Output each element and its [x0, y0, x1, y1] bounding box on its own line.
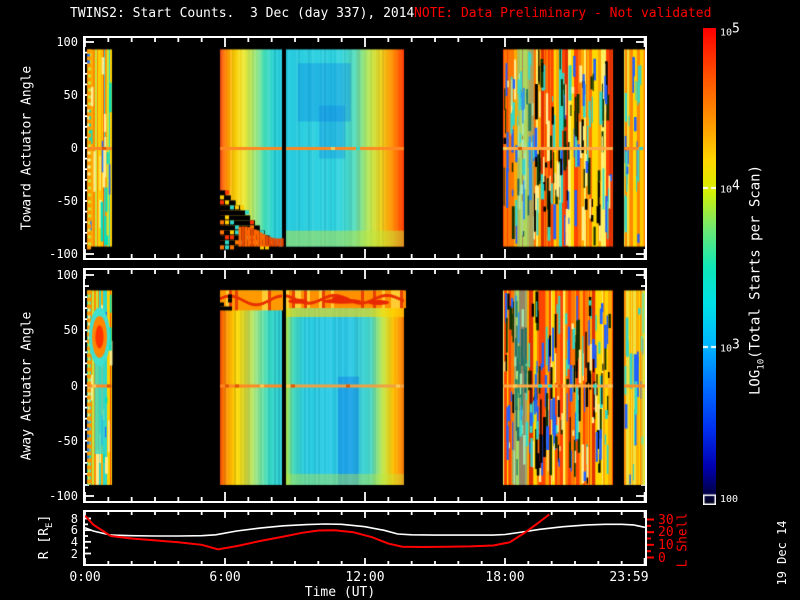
orbit-lines: [85, 512, 645, 564]
creation-date-stamp: 19 Dec 14: [775, 520, 789, 586]
twins2-start-counts-plot: TWINS2: Start Counts. 3 Dec (day 337), 2…: [0, 0, 800, 600]
away-spectrogram-panel: [83, 268, 647, 503]
y-tick-label-toward: 100: [56, 35, 78, 49]
colorbar-label: LOG10(Total Starts per Scan): [747, 164, 767, 396]
colorbar-tick-label: 105: [720, 21, 740, 39]
x-tick-label: 23:59: [609, 570, 649, 585]
colorbar-tick-label: 100: [720, 493, 739, 505]
y-tick-label-away: -50: [56, 433, 78, 448]
r-tick-label: 4: [70, 534, 78, 549]
colorbar-tick-label: 103: [720, 337, 740, 355]
l-shell-line: [85, 513, 550, 551]
orbit-line-panel: [83, 510, 647, 566]
lshell-axis-label: L Shell: [675, 512, 691, 568]
x-tick-label: 6:00: [209, 570, 241, 585]
colorbar: [703, 28, 716, 505]
r-tick-label: 2: [70, 546, 78, 561]
r-tick-label: 8: [70, 511, 78, 526]
x-tick-label: 12:00: [345, 570, 385, 585]
y-tick-label-toward: -50: [56, 194, 78, 208]
y-tick-label-away: 100: [56, 268, 78, 282]
colorbar-tick-label: 104: [720, 178, 740, 196]
lshell-tick-label: 0: [658, 550, 666, 566]
plot-title: TWINS2: Start Counts. 3 Dec (day 337), 2…: [70, 6, 415, 21]
lshell-tick-label: 20: [658, 525, 674, 541]
away-spectrogram-canvas: [85, 270, 645, 501]
y-tick-label-toward: -100: [49, 247, 78, 261]
y-tick-label-toward: 50: [63, 88, 78, 102]
lshell-tick-label: 10: [658, 537, 674, 553]
toward-spectrogram-panel: [83, 36, 647, 260]
toward-spectrogram-canvas: [85, 38, 645, 258]
x-tick-label: 18:00: [485, 570, 525, 585]
lshell-tick-label: 30: [658, 512, 674, 528]
y-tick-label-away: 0: [70, 378, 78, 393]
y-tick-label-away: -100: [49, 489, 78, 503]
y-tick-label-toward: 0: [70, 141, 78, 155]
y-tick-label-away: 50: [63, 323, 78, 338]
r-tick-label: 6: [70, 523, 78, 538]
x-tick-label: 0:00: [69, 570, 101, 585]
time-axis-label: Time (UT): [304, 585, 376, 600]
r-re-line: [85, 523, 645, 537]
preliminary-note: NOTE: Data Preliminary - Not validated: [414, 6, 712, 21]
